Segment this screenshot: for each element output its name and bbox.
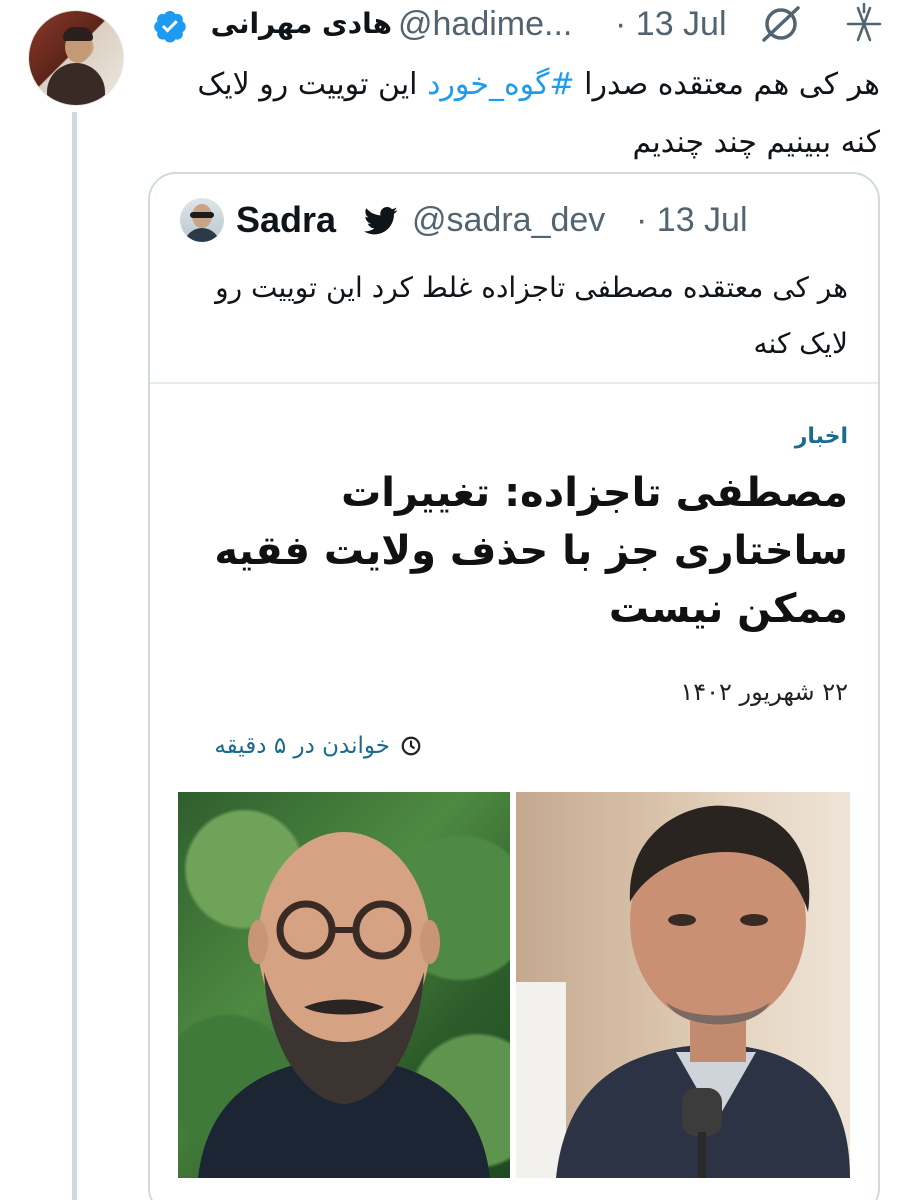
author-avatar[interactable] xyxy=(28,10,124,106)
verified-badge-icon xyxy=(154,11,186,43)
hashtag-link[interactable]: #گوه_خورد xyxy=(427,67,575,102)
thread-line xyxy=(72,112,77,1200)
article-section-label[interactable]: اخبار xyxy=(180,424,848,449)
quote-author-handle[interactable]: @sadra_dev xyxy=(412,196,605,244)
x-logo-icon xyxy=(846,2,882,42)
author-name[interactable]: هادی مهرانی xyxy=(196,4,392,44)
article-photo-left xyxy=(178,792,510,1178)
clock-icon xyxy=(401,736,421,756)
tweet-date-text[interactable]: 13 Jul xyxy=(636,5,727,43)
quote-date[interactable]: · 13 Jul xyxy=(636,196,748,244)
twitter-bird-icon xyxy=(364,206,398,235)
tweet-text: هر کی هم معتقده صدرا #گوه_خورد این توییت… xyxy=(150,56,880,172)
portrait-speaking-man xyxy=(516,805,850,1178)
quote-separator-dot: · xyxy=(636,201,648,239)
portrait-bearded-man xyxy=(198,832,490,1178)
article-date: ۲۲ شهریور ۱۴۰۲ xyxy=(680,678,848,706)
quote-text: هر کی معتقده مصطفی تاجزاده غلط کرد این ت… xyxy=(215,271,848,360)
author-handle[interactable]: @hadime... xyxy=(398,4,572,44)
divider xyxy=(150,382,878,384)
quote-author-avatar[interactable] xyxy=(180,198,224,242)
quote-author-name[interactable]: Sadra xyxy=(236,196,336,244)
separator-dot: · xyxy=(615,5,627,43)
tweet-date[interactable]: · 13 Jul xyxy=(615,4,727,44)
quote-date-text[interactable]: 13 Jul xyxy=(657,201,748,239)
quoted-tweet-card[interactable]: Sadra @sadra_dev · 13 Jul هر کی معتقده م… xyxy=(148,172,880,1200)
slashed-circle-icon xyxy=(762,6,800,42)
read-time-text: خواندن در ۵ دقیقه xyxy=(214,733,390,759)
read-time: خواندن در ۵ دقیقه xyxy=(176,728,422,764)
article-title[interactable]: مصطفی تاجزاده: تغییرات ساختاری جز با حذف… xyxy=(180,464,848,638)
tweet-screenshot: هادی مهرانی @hadime... · 13 Jul هر کی هم… xyxy=(0,0,906,1200)
tweet-text-before: هر کی هم معتقده صدرا xyxy=(574,67,880,102)
article-photo-right xyxy=(516,792,850,1178)
